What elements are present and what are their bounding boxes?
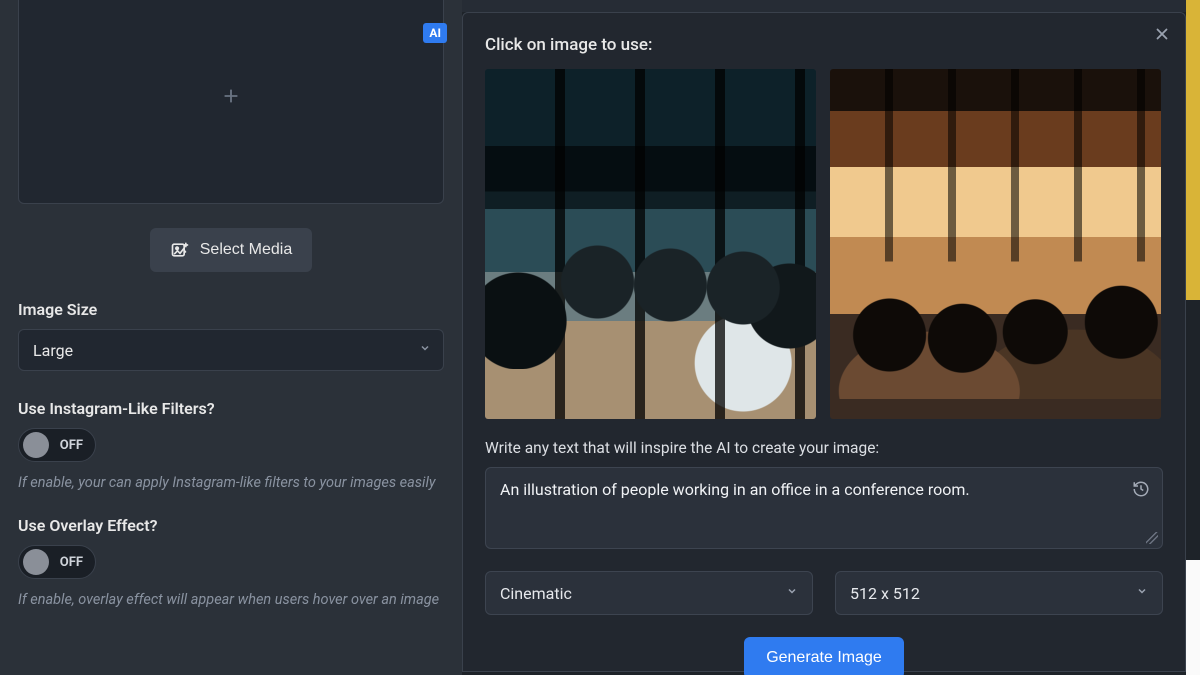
media-dropzone[interactable]: AI <box>18 0 444 204</box>
plus-icon <box>220 84 242 114</box>
generate-image-button[interactable]: Generate Image <box>744 637 904 675</box>
prompt-label: Write any text that will inspire the AI … <box>485 439 1163 457</box>
resolution-select-value: 512 x 512 <box>850 584 920 603</box>
toggle-knob <box>23 432 49 458</box>
background-strip-top <box>462 0 1200 12</box>
image-size-field: Image Size Large <box>18 300 444 371</box>
chevron-down-icon <box>1136 585 1148 601</box>
background-strip-right-gold <box>1186 0 1200 300</box>
prompt-textarea[interactable]: An illustration of people working in an … <box>485 467 1163 549</box>
generated-image-option-2[interactable] <box>830 69 1161 419</box>
generated-image-option-1[interactable] <box>485 69 816 419</box>
modal-title: Click on image to use: <box>485 35 1163 55</box>
image-size-value: Large <box>33 341 73 360</box>
image-size-label: Image Size <box>18 300 444 319</box>
image-size-select[interactable]: Large <box>18 329 444 371</box>
media-icon <box>170 240 190 260</box>
overlay-toggle-state: OFF <box>60 555 83 570</box>
filters-hint: If enable, your can apply Instagram-like… <box>18 472 444 494</box>
overlay-field: Use Overlay Effect? OFF If enable, overl… <box>18 516 444 611</box>
style-select[interactable]: Cinematic <box>485 571 813 615</box>
prompt-value: An illustration of people working in an … <box>500 480 970 499</box>
style-select-value: Cinematic <box>500 584 572 603</box>
overlay-hint: If enable, overlay effect will appear wh… <box>18 589 444 611</box>
settings-sidebar: AI Select Media Image Size Large <box>0 0 462 675</box>
overlay-label: Use Overlay Effect? <box>18 516 444 535</box>
chevron-down-icon <box>786 585 798 601</box>
toggle-knob <box>23 549 49 575</box>
generate-image-label: Generate Image <box>766 649 882 666</box>
ai-image-modal: Click on image to use: Write any text th… <box>462 12 1186 672</box>
filters-label: Use Instagram-Like Filters? <box>18 399 444 418</box>
background-strip-right-white <box>1186 560 1200 675</box>
select-media-button[interactable]: Select Media <box>150 228 313 272</box>
select-media-label: Select Media <box>200 241 293 259</box>
filters-field: Use Instagram-Like Filters? OFF If enabl… <box>18 399 444 494</box>
overlay-toggle[interactable]: OFF <box>18 545 96 579</box>
history-icon[interactable] <box>1132 480 1150 502</box>
chevron-down-icon <box>419 342 431 358</box>
generated-image-row <box>485 69 1163 419</box>
ai-badge: AI <box>423 23 447 43</box>
resolution-select[interactable]: 512 x 512 <box>835 571 1163 615</box>
filters-toggle-state: OFF <box>60 438 83 453</box>
filters-toggle[interactable]: OFF <box>18 428 96 462</box>
close-button[interactable] <box>1153 23 1171 49</box>
resize-handle-icon[interactable] <box>1146 532 1158 544</box>
close-icon <box>1153 23 1171 48</box>
